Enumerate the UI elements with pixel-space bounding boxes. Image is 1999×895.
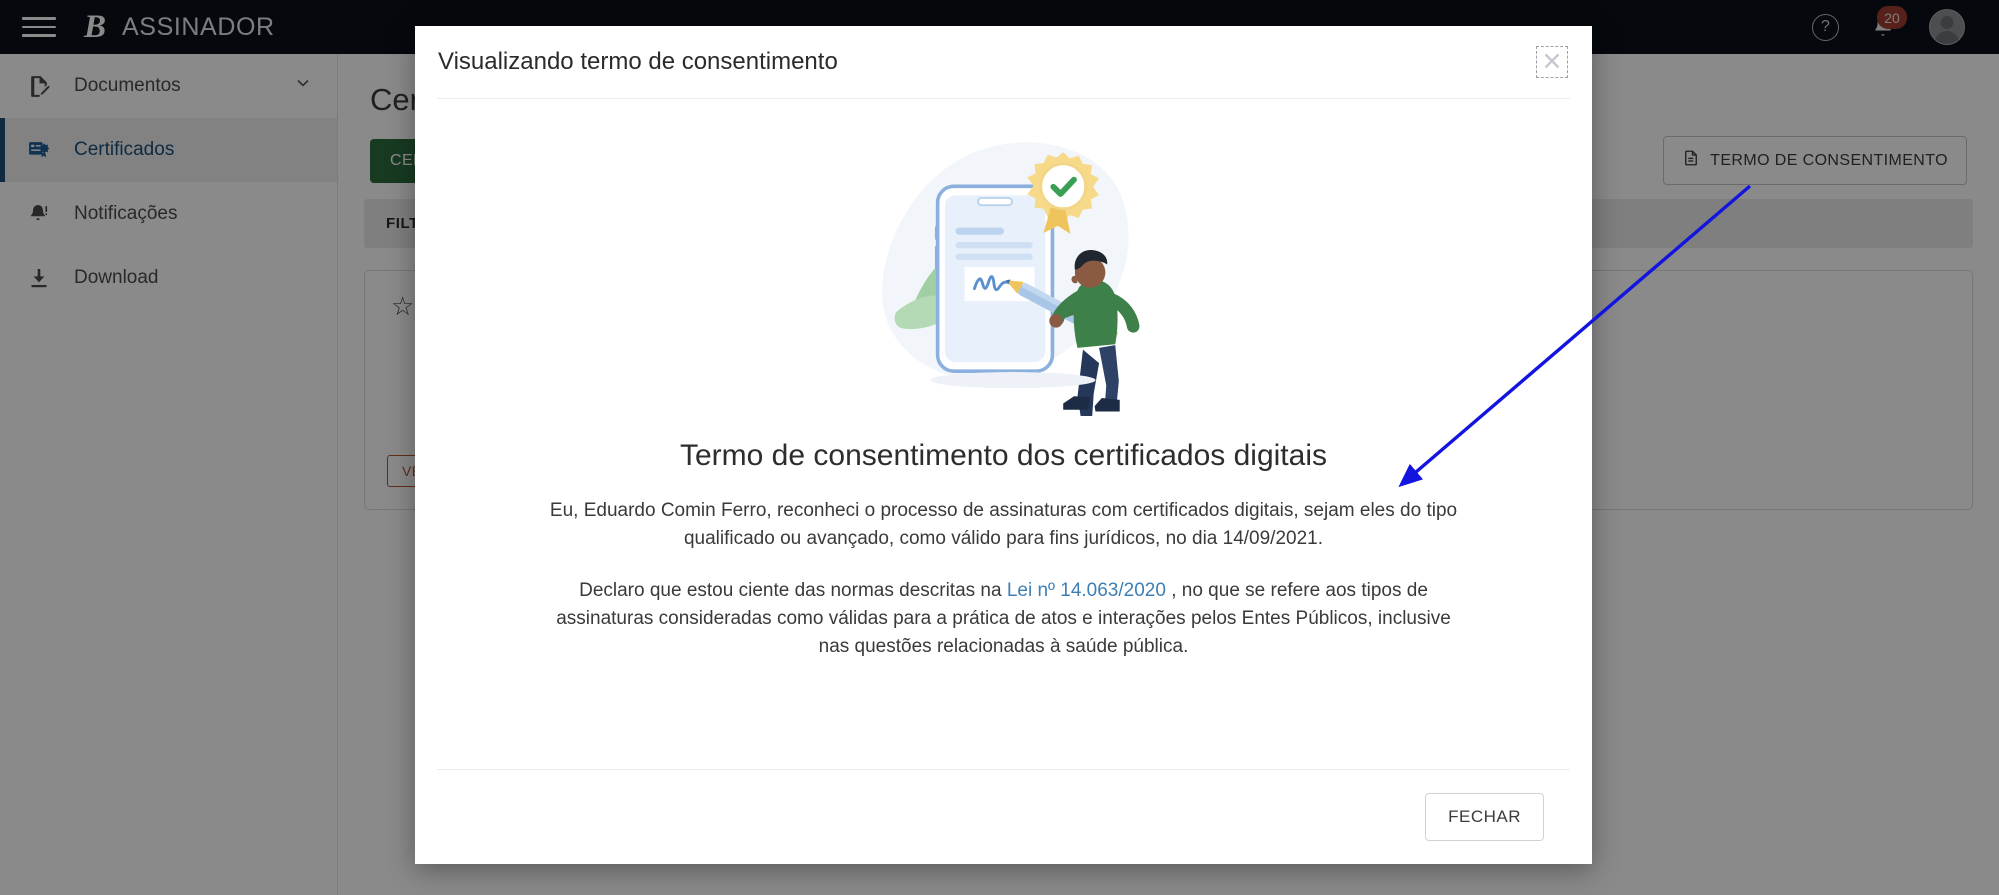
close-icon[interactable]: ✕ bbox=[1536, 46, 1568, 78]
modal-title: Visualizando termo de consentimento bbox=[438, 48, 838, 75]
consent-paragraph-2-before: Declaro que estou ciente das normas desc… bbox=[579, 579, 1007, 601]
consent-paragraph-1: Eu, Eduardo Comin Ferro, reconheci o pro… bbox=[549, 500, 1458, 549]
consent-term-modal: Visualizando termo de consentimento ✕ Te… bbox=[415, 26, 1592, 864]
digital-signature-illustration bbox=[834, 111, 1174, 421]
lei-link[interactable]: Lei nº 14.063/2020 bbox=[1007, 580, 1166, 601]
modal-header: Visualizando termo de consentimento ✕ bbox=[415, 26, 1592, 98]
consent-heading: Termo de consentimento dos certificados … bbox=[680, 439, 1327, 472]
fechar-button[interactable]: FECHAR bbox=[1425, 793, 1544, 841]
consent-paragraph-2: Declaro que estou ciente das normas desc… bbox=[544, 577, 1464, 661]
modal-body: Termo de consentimento dos certificados … bbox=[415, 99, 1592, 769]
modal-footer: FECHAR bbox=[415, 770, 1592, 864]
